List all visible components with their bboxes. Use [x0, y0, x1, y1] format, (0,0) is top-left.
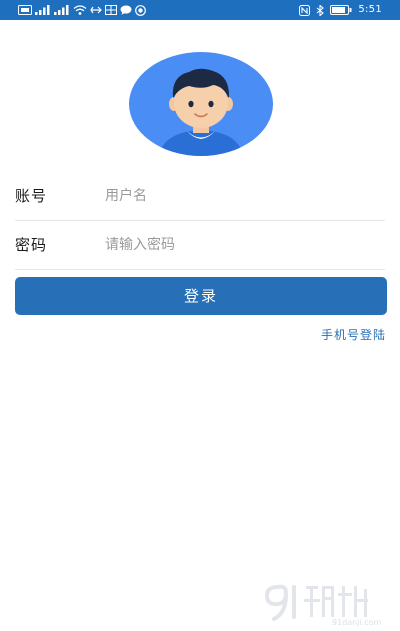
- status-bar: 5:51: [0, 0, 400, 20]
- user-avatar-icon: [129, 52, 273, 156]
- sim-icon: [18, 5, 32, 15]
- site-watermark-logo: 91danji.com: [262, 577, 396, 627]
- password-input[interactable]: [105, 233, 375, 257]
- account-input[interactable]: [105, 184, 375, 208]
- status-bar-right-icons: 5:51: [299, 3, 382, 17]
- app-icon: [135, 4, 146, 16]
- account-row: 账号: [15, 172, 385, 221]
- password-label: 密码: [15, 236, 48, 254]
- account-label: 账号: [15, 187, 48, 205]
- bluetooth-icon: [316, 4, 325, 16]
- login-button[interactable]: 登录: [15, 277, 387, 315]
- signal-icon: [35, 5, 51, 15]
- signal-icon: [54, 5, 70, 15]
- usb-icon: [90, 5, 102, 15]
- status-time: 5:51: [358, 4, 382, 15]
- phone-login-link[interactable]: 手机号登陆: [321, 326, 386, 343]
- password-row: 密码: [15, 221, 385, 270]
- user-avatar: [129, 52, 273, 156]
- wifi-icon: [73, 5, 87, 15]
- svg-text:91danji.com: 91danji.com: [332, 618, 382, 627]
- chat-icon: [120, 5, 132, 15]
- status-bar-left-icons: [18, 3, 146, 17]
- nfc-icon: [299, 4, 311, 16]
- battery-icon: [330, 5, 352, 15]
- image-icon: [105, 5, 117, 15]
